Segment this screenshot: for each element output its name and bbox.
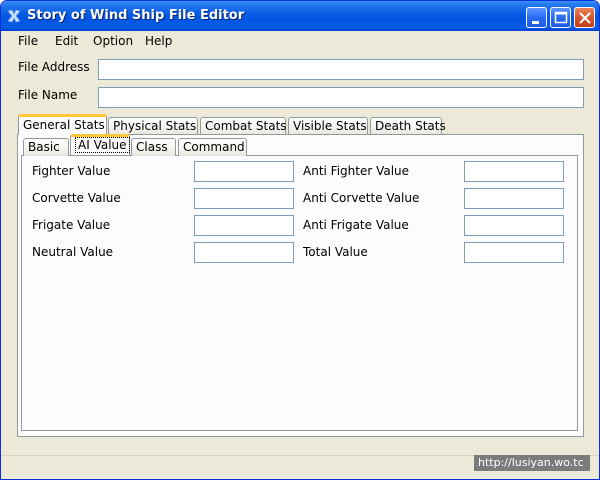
frigate-value-input[interactable]: [194, 215, 294, 236]
fighter-value-label: Fighter Value: [32, 164, 111, 178]
tab-visible-stats[interactable]: Visible Stats: [288, 117, 368, 135]
file-name-label: File Name: [18, 88, 78, 102]
tab-death-stats[interactable]: Death Stats: [370, 117, 446, 135]
corvette-value-input[interactable]: [194, 188, 294, 209]
tab-general-stats[interactable]: General Stats: [18, 114, 107, 135]
file-address-label: File Address: [18, 60, 90, 74]
menu-option[interactable]: Option: [93, 34, 133, 48]
tab-physical-stats[interactable]: Physical Stats: [108, 117, 198, 135]
file-name-input[interactable]: [98, 87, 584, 108]
menu-bar: File Edit Option Help: [1, 31, 599, 53]
subtab-class[interactable]: Class: [131, 138, 176, 156]
subtab-command[interactable]: Command: [178, 138, 247, 156]
subtab-ai-value-label: AI Value: [75, 137, 130, 153]
maximize-icon: [554, 11, 568, 24]
watermark-text: http://lusiyan.wo.tc: [474, 455, 590, 471]
fighter-value-input[interactable]: [194, 161, 294, 182]
tab-combat-stats[interactable]: Combat Stats: [200, 117, 287, 135]
total-value-input[interactable]: [464, 242, 564, 263]
anti-fighter-value-label: Anti Fighter Value: [303, 164, 410, 178]
close-button[interactable]: [574, 7, 595, 28]
close-icon: [579, 12, 591, 24]
neutral-value-label: Neutral Value: [32, 245, 114, 259]
frigate-value-label: Frigate Value: [32, 218, 111, 232]
anti-corvette-value-label: Anti Corvette Value: [303, 191, 420, 205]
x-icon: [6, 8, 22, 24]
anti-fighter-value-input[interactable]: [464, 161, 564, 182]
corvette-value-label: Corvette Value: [32, 191, 121, 205]
subtab-basic[interactable]: Basic: [23, 138, 69, 156]
anti-frigate-value-input[interactable]: [464, 215, 564, 236]
title-bar[interactable]: Story of Wind Ship File Editor: [1, 1, 599, 31]
anti-frigate-value-label: Anti Frigate Value: [303, 218, 409, 232]
neutral-value-input[interactable]: [194, 242, 294, 263]
window-title: Story of Wind Ship File Editor: [27, 8, 245, 23]
app-window: Story of Wind Ship File Editor File Edit…: [0, 0, 600, 480]
menu-file[interactable]: File: [18, 34, 38, 48]
subtab-ai-value[interactable]: AI Value: [70, 134, 130, 155]
minimize-icon: [532, 21, 539, 24]
file-address-input[interactable]: [98, 59, 584, 80]
menu-help[interactable]: Help: [145, 34, 172, 48]
minimize-button[interactable]: [526, 7, 547, 28]
menu-edit[interactable]: Edit: [55, 34, 78, 48]
anti-corvette-value-input[interactable]: [464, 188, 564, 209]
maximize-button[interactable]: [550, 7, 571, 28]
total-value-label: Total Value: [303, 245, 368, 259]
